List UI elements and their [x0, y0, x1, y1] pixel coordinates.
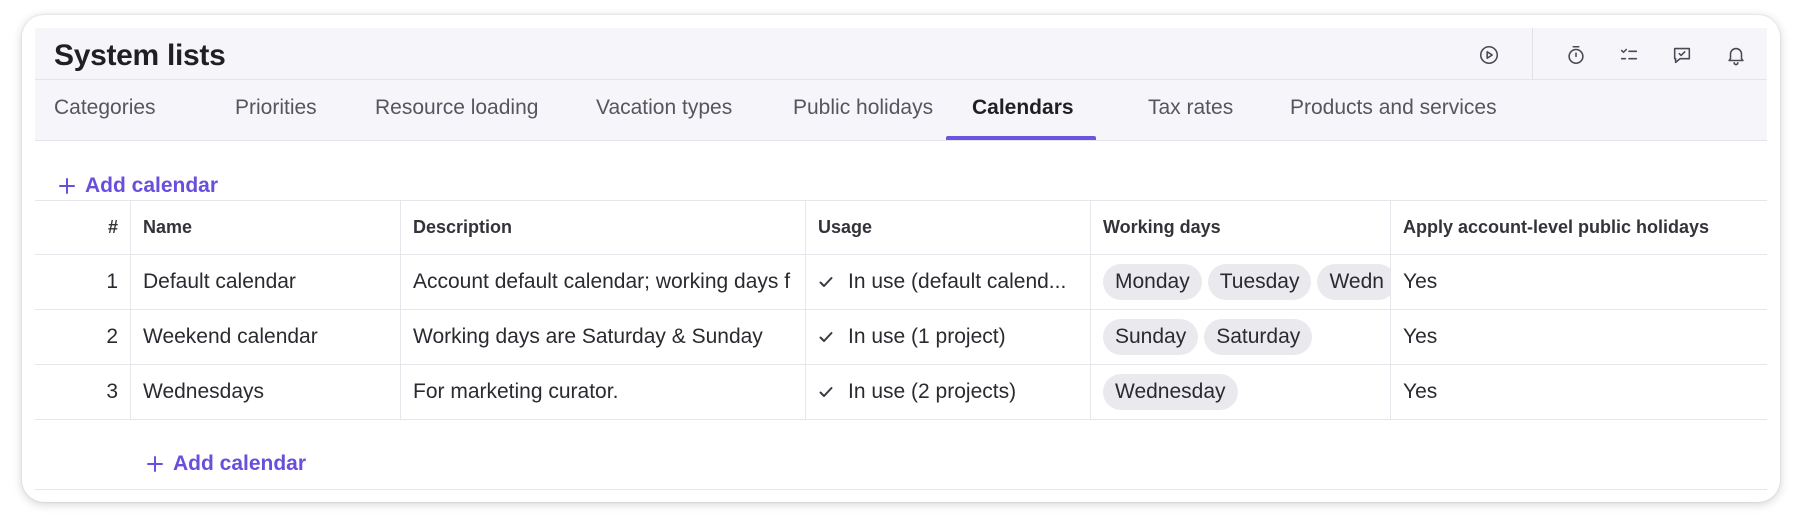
check-icon: [819, 332, 833, 342]
tab-products-and-services[interactable]: Products and services: [1290, 80, 1497, 140]
col-apply-public-holidays[interactable]: Apply account-level public holidays: [1391, 201, 1767, 254]
row-description[interactable]: Account default calendar; working days f: [401, 255, 806, 309]
page-title: System lists: [54, 39, 226, 72]
tab-tax-rates[interactable]: Tax rates: [1148, 80, 1233, 140]
table-bottom-divider: [35, 489, 1767, 490]
row-name[interactable]: Weekend calendar: [131, 310, 401, 364]
row-description[interactable]: Working days are Saturday & Sunday: [401, 310, 806, 364]
checklist-icon[interactable]: [1616, 42, 1642, 68]
chat-icon[interactable]: [1669, 42, 1695, 68]
row-working-days[interactable]: Monday Tuesday Wedn: [1091, 255, 1391, 309]
tab-vacation-types[interactable]: Vacation types: [596, 80, 732, 140]
day-chip: Saturday: [1204, 319, 1313, 355]
usage-text: In use (2 projects): [848, 380, 1017, 403]
usage-text: In use (1 project): [848, 325, 1006, 348]
play-circle-icon[interactable]: [1476, 42, 1502, 68]
bell-icon[interactable]: [1723, 42, 1749, 68]
plus-icon: [59, 178, 75, 194]
row-number: 3: [35, 365, 131, 419]
row-working-days[interactable]: Sunday Saturday: [1091, 310, 1391, 364]
row-usage[interactable]: In use (1 project): [806, 310, 1091, 364]
row-description[interactable]: For marketing curator.: [401, 365, 806, 419]
row-working-days[interactable]: Wednesday: [1091, 365, 1391, 419]
row-apply-holidays[interactable]: Yes: [1391, 255, 1767, 309]
col-name[interactable]: Name: [131, 201, 401, 254]
add-calendar-button-bottom[interactable]: Add calendar: [145, 452, 306, 476]
tab-categories[interactable]: Categories: [54, 80, 156, 140]
day-chip: Wednesday: [1103, 374, 1238, 410]
app-window: System lists Categories Priorities Resou…: [22, 15, 1780, 502]
timer-icon[interactable]: [1563, 42, 1589, 68]
col-number[interactable]: #: [35, 201, 131, 254]
col-description[interactable]: Description: [401, 201, 806, 254]
tab-calendars[interactable]: Calendars: [972, 80, 1074, 140]
row-apply-holidays[interactable]: Yes: [1391, 310, 1767, 364]
table-row[interactable]: 3 Wednesdays For marketing curator. In u…: [35, 365, 1767, 420]
tab-priorities[interactable]: Priorities: [235, 80, 317, 140]
col-working-days[interactable]: Working days: [1091, 201, 1391, 254]
row-number: 1: [35, 255, 131, 309]
row-usage[interactable]: In use (2 projects): [806, 365, 1091, 419]
row-name[interactable]: Default calendar: [131, 255, 401, 309]
page-header: System lists: [35, 28, 1767, 80]
col-usage[interactable]: Usage: [806, 201, 1091, 254]
table-row[interactable]: 2 Weekend calendar Working days are Satu…: [35, 310, 1767, 365]
table-row[interactable]: 1 Default calendar Account default calen…: [35, 255, 1767, 310]
tab-resource-loading[interactable]: Resource loading: [375, 80, 538, 140]
row-name[interactable]: Wednesdays: [131, 365, 401, 419]
tab-public-holidays[interactable]: Public holidays: [793, 80, 933, 140]
day-chip: Tuesday: [1207, 264, 1312, 300]
add-calendar-label: Add calendar: [173, 452, 307, 475]
active-tab-indicator: [946, 136, 1096, 140]
header-divider: [1532, 28, 1533, 80]
row-number: 2: [35, 310, 131, 364]
day-chip: Wedn: [1317, 264, 1390, 300]
table-header-row: # Name Description Usage Working days Ap…: [35, 200, 1767, 255]
day-chip: Monday: [1103, 264, 1202, 300]
day-chip: Sunday: [1103, 319, 1199, 355]
check-icon: [819, 387, 833, 397]
row-usage[interactable]: In use (default calend...: [806, 255, 1091, 309]
plus-icon: [147, 456, 163, 472]
system-lists-panel: System lists Categories Priorities Resou…: [35, 28, 1767, 490]
add-calendar-button-top[interactable]: Add calendar: [57, 174, 218, 198]
usage-text: In use (default calend...: [848, 270, 1067, 293]
tab-bar: Categories Priorities Resource loading V…: [35, 80, 1767, 141]
check-icon: [819, 277, 833, 287]
add-calendar-label: Add calendar: [85, 174, 219, 197]
row-apply-holidays[interactable]: Yes: [1391, 365, 1767, 419]
